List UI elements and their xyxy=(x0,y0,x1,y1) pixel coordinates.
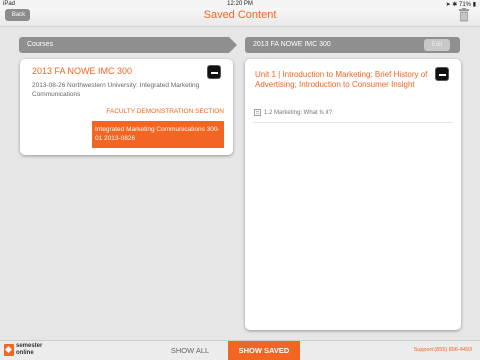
saved-content-card: Unit 1 | Introduction to Marketing: Brie… xyxy=(245,59,461,330)
status-time: 12:20 PM xyxy=(227,1,253,7)
trash-icon xyxy=(459,8,469,22)
unit-title[interactable]: Unit 1 | Introduction to Marketing: Brie… xyxy=(255,70,435,90)
trash-button[interactable] xyxy=(458,8,470,22)
lesson-label: 1.2 Marketing: What Is it? xyxy=(264,110,333,117)
course-meta: 2013-08-26 Northwestern University: Inte… xyxy=(32,82,200,98)
lesson-item[interactable]: 1.2 Marketing: What Is it? xyxy=(254,109,332,116)
bottom-bar: semester online SHOW ALL SHOW SAVED Supp… xyxy=(0,340,480,360)
semester-online-logo: semester online xyxy=(4,343,52,359)
course-section-item[interactable]: Integrated Marketing Communications 300-… xyxy=(92,121,224,148)
tab-show-saved[interactable]: SHOW SAVED xyxy=(228,341,300,360)
remove-unit-button[interactable] xyxy=(435,67,449,81)
course-detail-header-label: 2013 FA NOWE IMC 300 xyxy=(253,41,331,48)
status-bar: iPad 12:20 PM ➤ ✱ 71% ▮ xyxy=(0,0,480,8)
support-phone[interactable]: Support:(855) 896-4493 xyxy=(414,347,472,353)
course-detail-header: 2013 FA NOWE IMC 300 Edit xyxy=(245,37,460,53)
edit-button[interactable]: Edit xyxy=(424,39,450,51)
faculty-section-label: FACULTY DEMONSTRATION SECTION xyxy=(106,108,224,115)
logo-text-line2: online xyxy=(16,350,34,356)
divider xyxy=(253,122,453,123)
nav-bar: Back Saved Content xyxy=(0,8,480,27)
page-title: Saved Content xyxy=(203,9,277,21)
remove-course-button[interactable] xyxy=(207,65,221,79)
battery-indicator: ➤ ✱ 71% ▮ xyxy=(446,1,476,8)
courses-header-label: Courses xyxy=(27,41,54,48)
course-title: 2013 FA NOWE IMC 300 xyxy=(32,66,133,76)
course-card[interactable]: 2013 FA NOWE IMC 300 2013-08-26 Northwes… xyxy=(20,59,233,155)
logo-icon xyxy=(4,344,14,356)
logo-text-line1: semester xyxy=(16,343,43,349)
tab-show-all[interactable]: SHOW ALL xyxy=(152,341,228,360)
courses-header: Courses xyxy=(19,37,237,53)
document-icon xyxy=(254,109,261,116)
